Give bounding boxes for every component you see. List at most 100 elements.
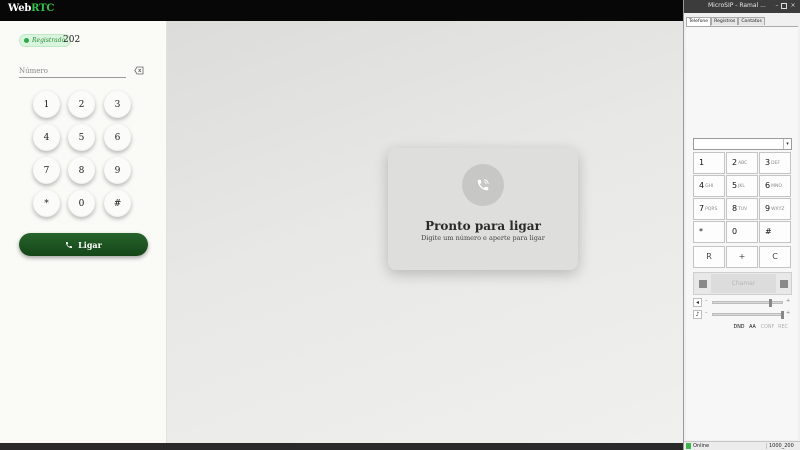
chevron-down-icon[interactable]: ▾ <box>783 139 791 149</box>
msip-key-0[interactable]: 0 <box>726 221 758 243</box>
msip-key-plus[interactable]: + <box>726 246 758 268</box>
speaker-minus: – <box>705 298 708 304</box>
msip-key-letters: MNO <box>771 184 782 189</box>
msip-key-letters: ABC <box>738 161 748 166</box>
key-5[interactable]: 5 <box>68 124 95 151</box>
backspace-icon[interactable] <box>134 66 144 75</box>
speaker-volume-row: ◂ – + <box>693 298 792 308</box>
mic-plus: + <box>786 310 791 316</box>
number-input[interactable] <box>19 64 126 78</box>
msip-key-digit: 9 <box>765 204 771 213</box>
msip-key-digit: 1 <box>699 158 705 167</box>
msip-key-digit: * <box>699 227 703 236</box>
ready-subtitle: Digite um número e aperte para ligar <box>421 234 545 242</box>
dialer-panel <box>0 21 167 443</box>
ready-title: Pronto para ligar <box>425 219 541 233</box>
ready-to-call-card: Pronto para ligar Digite um número e ape… <box>388 148 578 270</box>
tab-contatos[interactable]: Contatos <box>738 17 765 25</box>
top-bar: WebRTC <box>0 0 683 21</box>
key-hash[interactable]: # <box>104 190 131 217</box>
tab-registros[interactable]: Registros <box>711 17 739 25</box>
taskbar-strip <box>0 443 683 450</box>
key-8[interactable]: 8 <box>68 157 95 184</box>
microsip-statusbar: Online 1000_200 <box>684 441 800 450</box>
msip-key-1[interactable]: 1 <box>693 152 725 174</box>
key-7[interactable]: 7 <box>33 157 60 184</box>
status-label: Registrado <box>32 37 66 44</box>
msip-key-letters: PQRS <box>705 207 718 212</box>
msip-key-digit: 3 <box>765 158 771 167</box>
brand-logo: WebRTC <box>8 3 54 14</box>
key-0[interactable]: 0 <box>68 190 95 217</box>
msip-key-digit: 4 <box>699 181 705 190</box>
mic-slider-thumb[interactable] <box>781 311 784 319</box>
msip-key-8[interactable]: 8TUV <box>726 198 758 220</box>
msip-key-digit: 6 <box>765 181 771 190</box>
key-1[interactable]: 1 <box>33 91 60 118</box>
msip-key-digit: 0 <box>732 227 738 236</box>
call-button[interactable]: Ligar <box>19 233 148 256</box>
msip-key-digit: 2 <box>732 158 738 167</box>
key-2[interactable]: 2 <box>68 91 95 118</box>
minimize-icon[interactable]: – <box>773 2 781 10</box>
video-call-icon[interactable] <box>699 280 707 288</box>
brand-prefix: Web <box>8 3 32 14</box>
msip-key-star[interactable]: * <box>693 221 725 243</box>
message-icon[interactable] <box>780 280 788 288</box>
msip-key-letters: WXYZ <box>771 207 785 212</box>
microphone-icon[interactable]: ♪ <box>693 310 702 319</box>
speaker-plus: + <box>786 298 791 304</box>
key-3[interactable]: 3 <box>104 91 131 118</box>
msip-key-digit: 8 <box>732 204 738 213</box>
key-star[interactable]: * <box>33 190 60 217</box>
msip-key-letters: TUV <box>738 207 748 212</box>
microsip-window: MicroSIP - Ramal ... – × Telefone Regist… <box>683 0 800 450</box>
msip-key-9[interactable]: 9WXYZ <box>759 198 791 220</box>
msip-key-hash[interactable]: # <box>759 221 791 243</box>
msip-key-redial[interactable]: R <box>693 246 725 268</box>
phone-call-icon <box>462 164 504 206</box>
msip-key-letters: JKL <box>738 184 745 189</box>
msip-key-5[interactable]: 5JKL <box>726 175 758 197</box>
msip-key-4[interactable]: 4GHI <box>693 175 725 197</box>
msip-key-clear[interactable]: C <box>759 246 791 268</box>
record-button[interactable]: REC <box>777 324 789 332</box>
speaker-volume-slider[interactable] <box>712 299 783 307</box>
msip-key-6[interactable]: 6MNO <box>759 175 791 197</box>
msip-key-7[interactable]: 7PQRS <box>693 198 725 220</box>
call-button-label: Ligar <box>78 239 102 250</box>
tab-telefone[interactable]: Telefone <box>686 17 712 26</box>
key-6[interactable]: 6 <box>104 124 131 151</box>
status-dot-icon <box>24 38 29 43</box>
close-icon[interactable]: × <box>789 2 797 10</box>
msip-key-letters: DEF <box>771 161 780 166</box>
msip-key-digit: 7 <box>699 204 705 213</box>
microsip-titlebar: MicroSIP - Ramal ... – × <box>684 0 800 13</box>
speaker-slider-thumb[interactable] <box>769 299 772 307</box>
msip-key-3[interactable]: 3DEF <box>759 152 791 174</box>
maximize-icon[interactable] <box>781 3 787 9</box>
mic-minus: – <box>705 310 708 316</box>
msip-key-2[interactable]: 2ABC <box>726 152 758 174</box>
microsip-tabs: Telefone Registros Contatos <box>686 17 765 26</box>
dnd-button[interactable]: DND <box>733 324 745 332</box>
extension-number: 202 <box>63 35 81 45</box>
phone-icon <box>66 241 73 248</box>
microsip-call-row: Chamar <box>693 272 792 295</box>
conference-button[interactable]: CONF <box>760 324 775 332</box>
webrtc-app: WebRTC Registrado 202 1 2 3 4 5 6 7 8 9 … <box>0 0 683 450</box>
mic-volume-row: ♪ – + <box>693 310 792 320</box>
mic-volume-slider[interactable] <box>712 311 784 319</box>
auto-answer-button[interactable]: AA <box>748 324 757 332</box>
msip-key-letters: GHI <box>705 184 714 189</box>
dial-number-combo[interactable]: ▾ <box>693 138 792 150</box>
speaker-icon[interactable]: ◂ <box>693 298 702 307</box>
key-9[interactable]: 9 <box>104 157 131 184</box>
microsip-call-button[interactable]: Chamar <box>711 274 776 293</box>
online-status-icon <box>686 443 691 449</box>
online-status-label: Online <box>693 443 710 449</box>
account-label: 1000_200 <box>766 443 794 449</box>
brand-accent: RTC <box>31 3 55 14</box>
msip-key-digit: # <box>765 227 772 236</box>
key-4[interactable]: 4 <box>33 124 60 151</box>
